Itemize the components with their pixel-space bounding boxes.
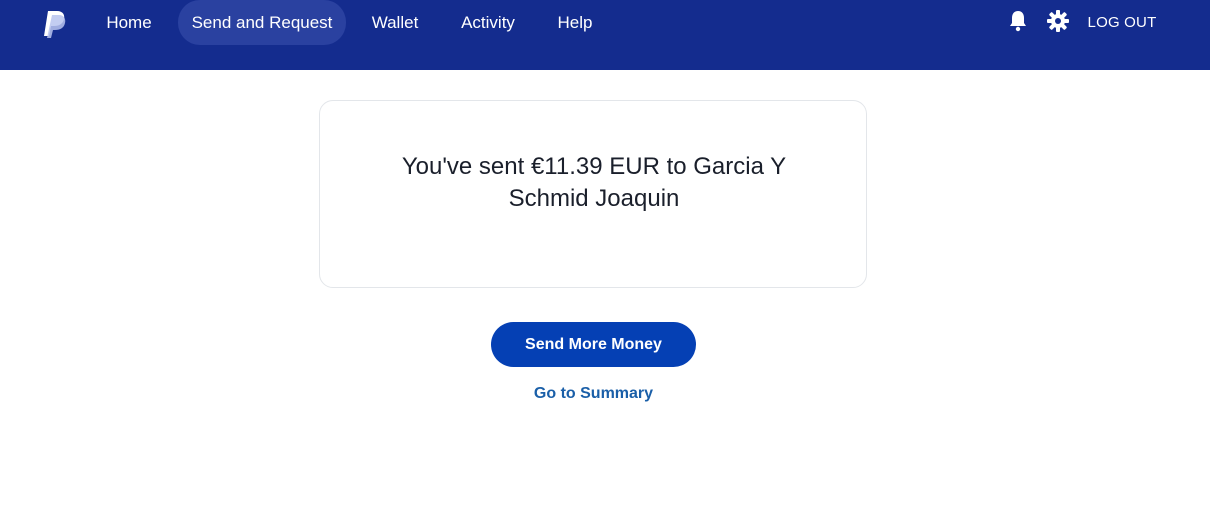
paypal-logo[interactable] [40,8,70,38]
confirmation-card: You've sent €11.39 EUR to Garcia Y Schmi… [319,100,867,288]
confirmation-message: You've sent €11.39 EUR to Garcia Y Schmi… [401,153,787,212]
top-navigation-bar: Home Send and Request Wallet Activity He… [0,0,1210,70]
nav-help[interactable]: Help [546,0,604,45]
nav-send-and-request[interactable]: Send and Request [178,0,346,45]
logout-button[interactable]: LOG OUT [1085,0,1159,45]
nav-wallet[interactable]: Wallet [360,0,430,45]
nav-home[interactable]: Home [96,0,162,45]
nav-activity[interactable]: Activity [448,0,528,45]
gear-icon[interactable] [1045,8,1071,34]
go-to-summary-link[interactable]: Go to Summary [491,382,696,406]
bell-icon[interactable] [1005,8,1031,34]
send-more-money-button[interactable]: Send More Money [491,322,696,367]
